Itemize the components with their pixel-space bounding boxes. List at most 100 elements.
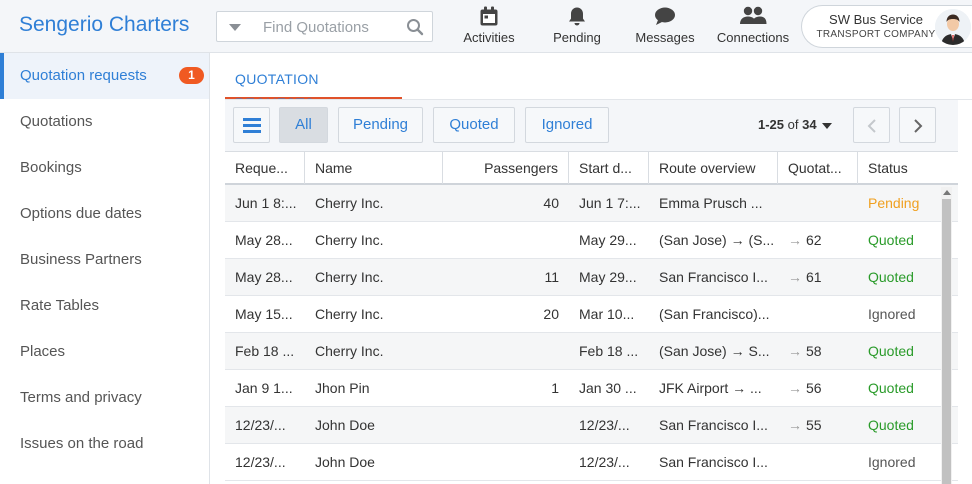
sidebar-item-options-due-dates[interactable]: Options due dates xyxy=(0,191,209,237)
nav-connections[interactable]: Connections xyxy=(716,6,790,50)
cell-start-date: 12/23/... xyxy=(579,454,630,470)
column-header-requested[interactable]: Reque... xyxy=(225,152,305,184)
cell-name: Cherry Inc. xyxy=(315,306,384,322)
nav-activities-label: Activities xyxy=(463,30,515,45)
table-row[interactable]: Feb 18 ... Cherry Inc. Feb 18 ... (San Jose… xyxy=(225,333,958,370)
nav-pending[interactable]: Pending xyxy=(548,6,606,50)
filter-pending-button[interactable]: Pending xyxy=(338,107,423,143)
account-name: SW Bus Service xyxy=(829,12,923,27)
cell-passengers xyxy=(443,407,569,443)
bell-icon xyxy=(569,7,585,26)
cell-requested: Jun 1 8:... xyxy=(235,195,297,211)
column-header-start-date[interactable]: Start d... xyxy=(569,152,649,184)
sidebar-item-quotation-requests[interactable]: Quotation requests 1 xyxy=(0,53,209,99)
column-header-route-overview[interactable]: Route overview xyxy=(649,152,778,184)
quotation-number[interactable]: 62 xyxy=(806,232,822,248)
sidebar-item-label: Places xyxy=(20,343,66,360)
calendar-icon xyxy=(480,6,498,26)
nav-messages[interactable]: Messages xyxy=(635,6,695,50)
table-row[interactable]: Jun 1 8:... Cherry Inc. 40 Jun 1 7:... Emma … xyxy=(225,185,958,222)
quotation-number[interactable]: 56 xyxy=(806,380,822,396)
sidebar-item-places[interactable]: Places xyxy=(0,329,209,375)
cell-requested: Feb 18 ... xyxy=(235,343,295,359)
nav-activities[interactable]: Activities xyxy=(460,6,518,50)
search-filter-dropdown-icon[interactable] xyxy=(229,24,241,31)
sidebar-item-issues-on-the-road[interactable]: Issues on the road xyxy=(0,421,209,467)
quotation-number[interactable]: 61 xyxy=(806,269,822,285)
cell-quotation: → 61 xyxy=(778,259,858,295)
cell-name: Jhon Pin xyxy=(315,380,370,396)
cell-name: Cherry Inc. xyxy=(315,343,384,359)
menu-button[interactable] xyxy=(233,107,270,143)
table-row[interactable]: May 15... Cherry Inc. 20 Mar 10... (San Fran… xyxy=(225,296,958,333)
nav-messages-label: Messages xyxy=(635,30,695,45)
previous-page-button[interactable] xyxy=(853,107,890,143)
table-row[interactable]: May 28... Cherry Inc. 11 May 29... San Franc… xyxy=(225,259,958,296)
cell-passengers: 20 xyxy=(543,306,559,322)
arrow-right-icon: → xyxy=(788,232,802,248)
cell-route-overview: San Francisco I... xyxy=(659,269,768,285)
column-header-passengers[interactable]: Passengers xyxy=(443,152,569,184)
cell-requested: May 28... xyxy=(235,232,293,248)
next-page-button[interactable] xyxy=(899,107,936,143)
arrow-right-icon: → xyxy=(788,380,802,396)
sidebar: Quotation requests 1 Quotations Bookings… xyxy=(0,53,210,484)
sidebar-item-label: Bookings xyxy=(20,159,82,176)
table-row[interactable]: 12/23/... John Doe 12/23/... San Francisco … xyxy=(225,444,958,481)
chevron-left-icon xyxy=(867,119,876,133)
cell-name: John Doe xyxy=(315,454,375,470)
table-scrollbar[interactable] xyxy=(941,187,952,484)
sidebar-item-business-partners[interactable]: Business Partners xyxy=(0,237,209,283)
table-row[interactable]: Jan 9 1... Jhon Pin 1 Jan 30 ... JFK Airport… xyxy=(225,370,958,407)
cell-name: John Doe xyxy=(315,417,375,433)
cell-requested: May 15... xyxy=(235,306,293,322)
filter-ignored-button[interactable]: Ignored xyxy=(525,107,609,143)
cell-route-overview: (San Jose) → S... xyxy=(659,343,770,359)
brand-title[interactable]: Sengerio Charters xyxy=(19,13,189,37)
filter-quoted-button[interactable]: Quoted xyxy=(433,107,515,143)
cell-quotation: → 62 xyxy=(778,222,858,258)
table-row[interactable]: May 28... Cherry Inc. May 29... (San Jose) … xyxy=(225,222,958,259)
avatar[interactable] xyxy=(935,9,971,45)
column-header-status[interactable]: Status xyxy=(858,152,958,184)
cell-passengers: 1 xyxy=(551,380,559,396)
scroll-up-arrow-icon[interactable] xyxy=(943,190,951,195)
cell-passengers: 11 xyxy=(544,269,559,285)
arrow-right-icon: → xyxy=(788,343,802,359)
filter-bar: All Pending Quoted Ignored 1-25 of 34 xyxy=(225,100,958,151)
search-input[interactable] xyxy=(263,17,403,37)
sidebar-item-label: Issues on the road xyxy=(20,435,144,452)
quotation-number[interactable]: 58 xyxy=(806,343,822,359)
cell-route-overview: San Francisco I... xyxy=(659,417,768,433)
filter-all-button[interactable]: All xyxy=(279,107,328,143)
column-header-name[interactable]: Name xyxy=(305,152,443,184)
sidebar-item-terms-and-privacy[interactable]: Terms and privacy xyxy=(0,375,209,421)
cell-route-overview: (San Francisco)... xyxy=(659,306,770,322)
cell-name: Cherry Inc. xyxy=(315,232,384,248)
column-header-quotation[interactable]: Quotat... xyxy=(778,152,858,184)
sidebar-item-quotations[interactable]: Quotations xyxy=(0,99,209,145)
cell-passengers xyxy=(443,333,569,369)
cell-passengers xyxy=(443,222,569,258)
sidebar-item-rate-tables[interactable]: Rate Tables xyxy=(0,283,209,329)
table-row[interactable]: 12/23/... John Doe 12/23/... San Francisco … xyxy=(225,407,958,444)
account-menu[interactable]: SW Bus Service TRANSPORT COMPANY xyxy=(801,5,972,48)
pager-info[interactable]: 1-25 of 34 xyxy=(758,117,817,132)
arrow-right-icon: → xyxy=(788,417,802,433)
page-size-dropdown-icon[interactable] xyxy=(822,123,832,129)
pager-of: of xyxy=(787,117,799,132)
scrollbar-thumb[interactable] xyxy=(942,199,951,484)
notification-badge: 1 xyxy=(179,67,204,84)
cell-route-overview: (San Jose) → (S... xyxy=(659,232,775,248)
sidebar-item-label: Business Partners xyxy=(20,251,142,268)
cell-quotation xyxy=(778,444,858,480)
sidebar-item-bookings[interactable]: Bookings xyxy=(0,145,209,191)
quotation-number[interactable]: 55 xyxy=(806,417,822,433)
tab-quotation-requests[interactable]: QUOTATION REQUESTS xyxy=(225,67,402,111)
cell-quotation xyxy=(778,296,858,332)
sidebar-item-label: Terms and privacy xyxy=(20,389,142,406)
cell-start-date: Mar 10... xyxy=(579,306,635,322)
table-body: Jun 1 8:... Cherry Inc. 40 Jun 1 7:... Emma … xyxy=(225,185,958,481)
search-icon[interactable] xyxy=(406,18,424,36)
cell-requested: 12/23/... xyxy=(235,454,286,470)
